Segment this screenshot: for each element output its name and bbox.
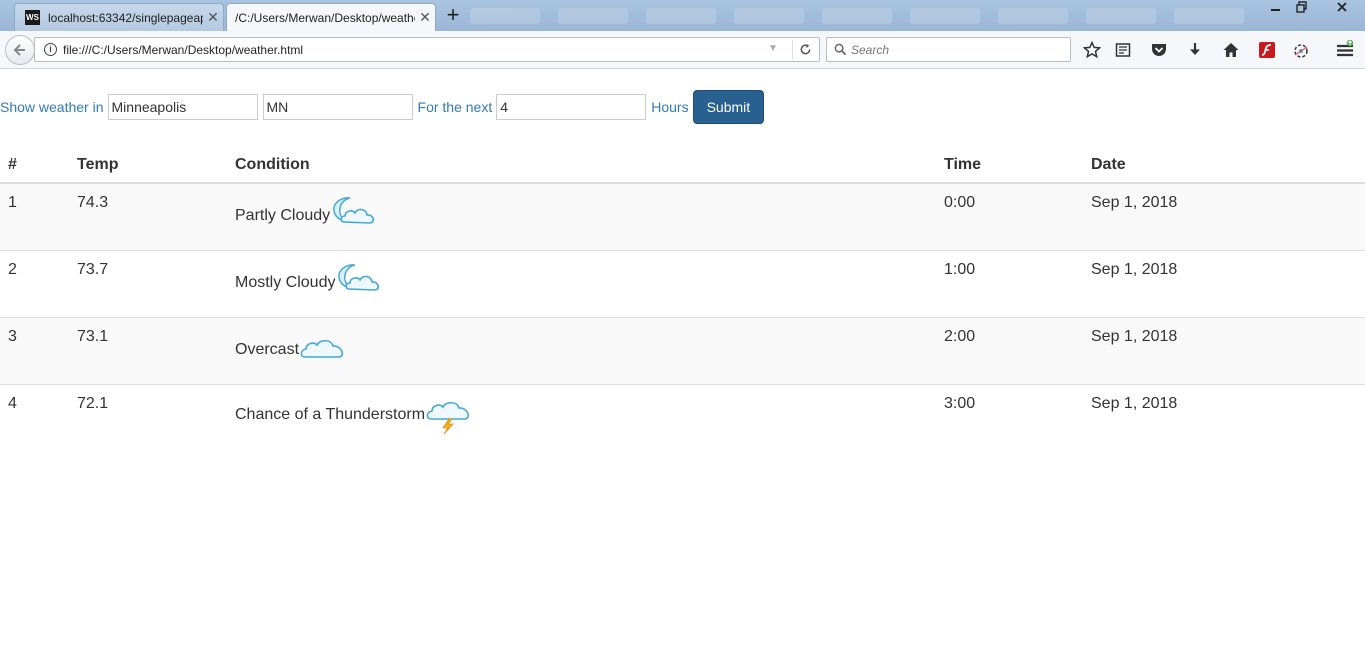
home-icon[interactable] [1221, 40, 1241, 60]
state-input[interactable] [262, 94, 413, 120]
extension-puzzle-icon[interactable] [1292, 40, 1312, 60]
city-input[interactable] [107, 94, 258, 120]
row-condition-cell: Partly Cloudy [227, 183, 936, 250]
weather-table: # Temp Condition Time Date 1 74.3 Partly… [0, 147, 1365, 451]
row-temp: 73.1 [69, 316, 227, 384]
table-header-row: # Temp Condition Time Date [0, 147, 1365, 184]
close-icon[interactable] [1322, 0, 1362, 18]
navigation-bar: i file:///C:/Users/Merwan/Desktop/weathe… [0, 31, 1365, 69]
tab-title: localhost:63342/singlepageapp [48, 10, 203, 25]
address-bar[interactable]: i file:///C:/Users/Merwan/Desktop/weathe… [34, 37, 820, 62]
info-icon[interactable]: i [44, 43, 57, 56]
header-number: # [0, 147, 69, 184]
row-condition: Overcast [235, 340, 300, 358]
row-number: 2 [0, 249, 69, 317]
row-condition-cell: Mostly Cloudy [227, 249, 936, 317]
header-date: Date [1083, 147, 1365, 184]
row-temp: 73.7 [69, 249, 227, 317]
row-condition-cell: Overcast [227, 316, 936, 384]
weather-form: Show weather in For the next Hours Submi… [0, 90, 765, 124]
submit-button[interactable]: Submit [692, 90, 765, 124]
header-condition: Condition [227, 147, 936, 184]
tab-close-icon[interactable]: ✕ [415, 9, 435, 26]
hours-label: Hours [651, 99, 689, 115]
for-the-next-label: For the next [417, 99, 493, 115]
header-time: Time [936, 147, 1083, 184]
thunderstorm-icon [426, 401, 470, 434]
row-condition-cell: Chance of a Thunderstorm [227, 383, 936, 451]
flash-plugin-icon[interactable] [1257, 40, 1277, 60]
row-condition: Mostly Cloudy [235, 273, 336, 291]
row-date: Sep 1, 2018 [1083, 183, 1365, 250]
row-temp: 74.3 [69, 183, 227, 250]
tab-weather[interactable]: /C:/Users/Merwan/Desktop/weather.html ✕ [226, 3, 436, 31]
row-number: 4 [0, 383, 69, 451]
hours-input[interactable] [496, 94, 647, 120]
row-number: 3 [0, 316, 69, 384]
url-text[interactable]: file:///C:/Users/Merwan/Desktop/weather.… [63, 43, 303, 57]
table-row: 3 73.1 Overcast 2:00 Sep 1, 2018 [0, 316, 1365, 384]
tab-close-icon[interactable]: ✕ [203, 9, 223, 26]
moon-cloud-icon [338, 263, 380, 291]
moon-cloud-icon [333, 197, 375, 224]
tab-localhost[interactable]: WS localhost:63342/singlepageapp ✕ [14, 3, 224, 31]
reload-icon[interactable] [792, 40, 817, 59]
new-tab-button[interactable]: + [442, 3, 464, 27]
row-time: 2:00 [936, 316, 1083, 384]
header-temp: Temp [69, 147, 227, 184]
download-icon[interactable] [1185, 40, 1205, 60]
page-content: Show weather in For the next Hours Submi… [0, 70, 1365, 650]
bookmark-star-icon[interactable] [1082, 40, 1102, 60]
row-date: Sep 1, 2018 [1083, 249, 1365, 317]
table-row: 4 72.1 Chance of a Thunderstorm 3:00 Sep… [0, 383, 1365, 451]
reading-list-icon[interactable] [1113, 40, 1133, 60]
blurred-background [470, 6, 1255, 28]
row-number: 1 [0, 183, 69, 250]
pocket-icon[interactable] [1149, 40, 1169, 60]
webstorm-logo-icon: WS [25, 10, 40, 25]
row-temp: 72.1 [69, 383, 227, 451]
menu-hamburger-icon[interactable] [1335, 40, 1355, 60]
minimize-icon[interactable] [1262, 0, 1290, 18]
row-condition: Chance of a Thunderstorm [235, 405, 426, 423]
row-time: 3:00 [936, 383, 1083, 451]
show-weather-label: Show weather in [0, 99, 104, 115]
back-arrow-icon [13, 44, 25, 56]
search-bar[interactable] [826, 37, 1071, 62]
table-row: 2 73.7 Mostly Cloudy 1:00 Sep 1, 2018 [0, 249, 1365, 317]
row-date: Sep 1, 2018 [1083, 383, 1365, 451]
row-time: 1:00 [936, 249, 1083, 317]
search-icon [834, 43, 847, 61]
row-time: 0:00 [936, 183, 1083, 250]
dropdown-icon[interactable]: ▼ [768, 43, 778, 54]
restore-icon[interactable] [1288, 0, 1316, 18]
table-row: 1 74.3 Partly Cloudy 0:00 Sep 1, 2018 [0, 183, 1365, 250]
browser-tab-bar: WS localhost:63342/singlepageapp ✕ /C:/U… [0, 0, 1365, 31]
row-condition: Partly Cloudy [235, 207, 331, 224]
tab-title: /C:/Users/Merwan/Desktop/weather.html [235, 10, 415, 25]
back-button[interactable] [5, 35, 35, 65]
search-input[interactable] [851, 41, 1061, 59]
row-date: Sep 1, 2018 [1083, 316, 1365, 384]
cloud-icon [300, 339, 344, 358]
